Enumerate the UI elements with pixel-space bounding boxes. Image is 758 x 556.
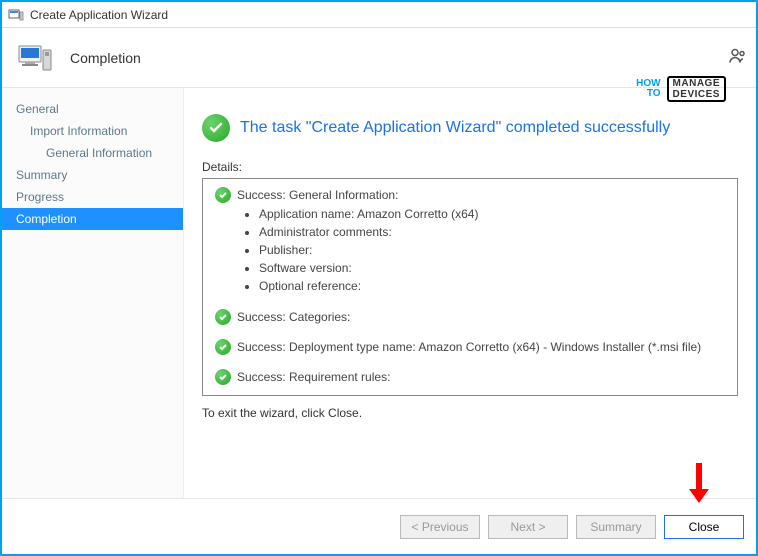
window-title: Create Application Wizard bbox=[30, 8, 168, 22]
wizard-footer: < Previous Next > Summary Close bbox=[2, 498, 756, 554]
detail-sub-item: Administrator comments: bbox=[259, 223, 725, 241]
sidebar-item-import-information[interactable]: Import Information bbox=[2, 120, 183, 142]
detail-sub-item: Software version: bbox=[259, 259, 725, 277]
check-icon bbox=[215, 309, 231, 325]
detail-sub-item: Optional reference: bbox=[259, 277, 725, 295]
wizard-sidebar: General Import Information General Infor… bbox=[2, 88, 184, 498]
check-icon bbox=[215, 369, 231, 385]
header-icon bbox=[16, 38, 56, 78]
success-check-icon bbox=[202, 114, 230, 142]
detail-sub-item: Publisher: bbox=[259, 241, 725, 259]
titlebar-icon bbox=[8, 7, 24, 23]
check-icon bbox=[215, 339, 231, 355]
details-box[interactable]: Success: General Information: Applicatio… bbox=[202, 178, 738, 396]
watermark-manage: MANAGE bbox=[673, 78, 720, 89]
sidebar-item-general-information[interactable]: General Information bbox=[2, 142, 183, 164]
sidebar-item-general[interactable]: General bbox=[2, 98, 183, 120]
sidebar-item-completion[interactable]: Completion bbox=[2, 208, 183, 230]
check-icon bbox=[215, 187, 231, 203]
detail-group-title: Success: General Information: bbox=[237, 188, 398, 202]
sidebar-item-summary[interactable]: Summary bbox=[2, 164, 183, 186]
next-button: Next > bbox=[488, 515, 568, 539]
wizard-hint: To exit the wizard, click Close. bbox=[202, 406, 738, 420]
detail-sub-item: Application name: Amazon Corretto (x64) bbox=[259, 205, 725, 223]
success-message: The task "Create Application Wizard" com… bbox=[240, 119, 670, 137]
sidebar-item-progress[interactable]: Progress bbox=[2, 186, 183, 208]
main-content: HOW TO MANAGE DEVICES The task "Create A… bbox=[184, 88, 756, 498]
detail-group-title: Success: Requirement rules: bbox=[237, 370, 390, 384]
detail-group-title: Success: Categories: bbox=[237, 310, 350, 324]
watermark-devices: DEVICES bbox=[673, 89, 720, 100]
close-button[interactable]: Close bbox=[664, 515, 744, 539]
watermark-box: MANAGE DEVICES bbox=[667, 76, 726, 102]
details-label: Details: bbox=[202, 160, 738, 174]
summary-button: Summary bbox=[576, 515, 656, 539]
watermark-to: TO bbox=[647, 88, 661, 99]
page-title: Completion bbox=[70, 50, 141, 66]
header-people-icon[interactable] bbox=[728, 45, 748, 70]
titlebar: Create Application Wizard bbox=[2, 2, 756, 28]
watermark: HOW TO MANAGE DEVICES bbox=[636, 76, 726, 102]
success-banner: The task "Create Application Wizard" com… bbox=[202, 114, 738, 142]
previous-button: < Previous bbox=[400, 515, 480, 539]
detail-group-title: Success: Deployment type name: Amazon Co… bbox=[237, 340, 701, 354]
